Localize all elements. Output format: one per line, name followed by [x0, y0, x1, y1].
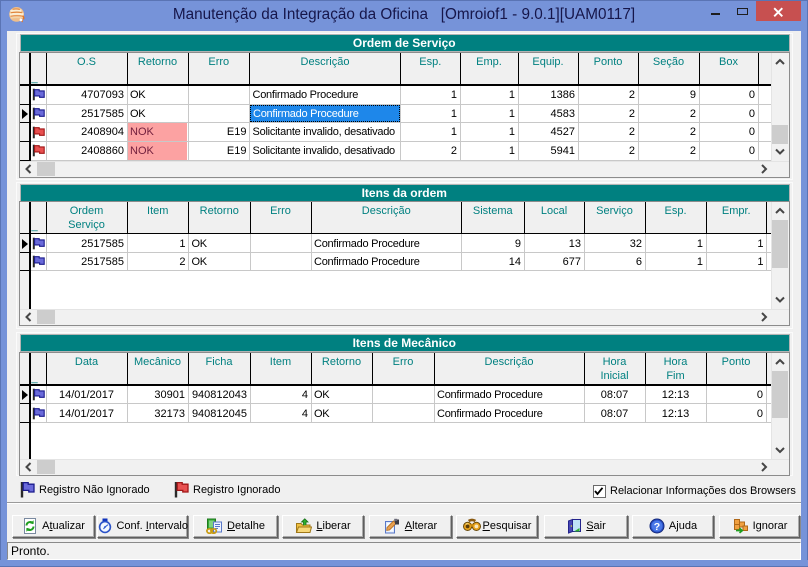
svg-text:?: ?: [654, 521, 660, 533]
